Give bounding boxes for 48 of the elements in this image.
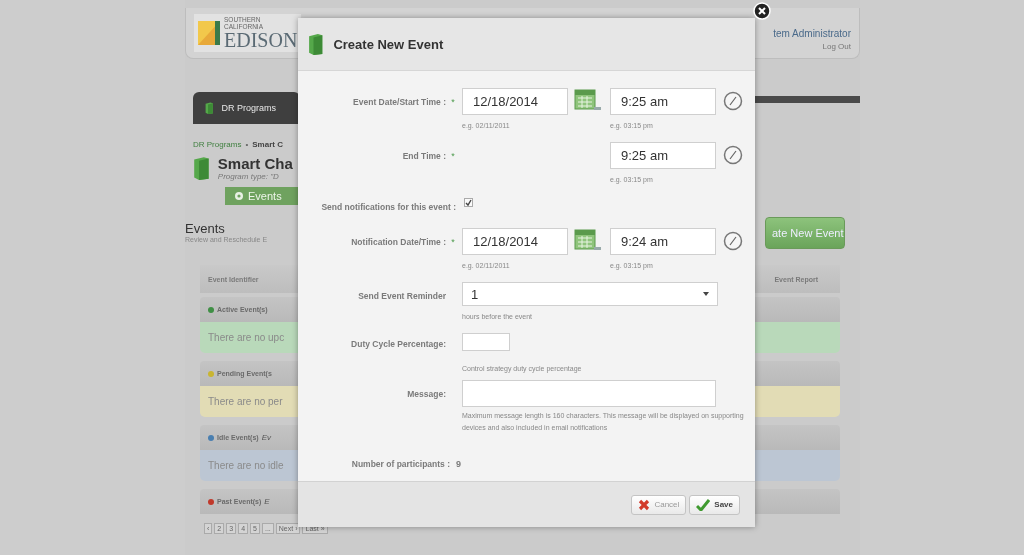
breadcrumb-separator: • xyxy=(245,140,249,149)
required-marker: * xyxy=(450,96,456,109)
breadcrumb-current: Smart C xyxy=(252,140,283,149)
section-title: Events xyxy=(185,221,226,236)
field-label: Message: xyxy=(406,388,446,401)
field-label: Send Event Reminder xyxy=(357,290,446,303)
field-label: Number of participants : xyxy=(350,458,450,471)
time-field[interactable]: 9:24 am xyxy=(610,228,716,255)
circle-icon xyxy=(235,192,243,200)
required-marker: * xyxy=(450,236,456,249)
checkmark-icon xyxy=(696,498,711,511)
participants-count: 9 xyxy=(456,458,461,471)
book-icon xyxy=(193,156,210,180)
reminder-select[interactable]: 1 xyxy=(462,282,718,306)
date-field[interactable]: 12/18/2014 xyxy=(462,228,568,255)
close-button[interactable] xyxy=(753,2,771,20)
time-field[interactable]: 9:25 am xyxy=(610,88,716,115)
field-label: Notification Date/Time : xyxy=(350,236,446,249)
field-label: Event Date/Start Time : xyxy=(352,96,446,109)
time-field[interactable]: 9:25 am xyxy=(610,142,716,169)
book-icon xyxy=(205,102,214,114)
clock-icon[interactable] xyxy=(723,145,743,165)
group-note: E xyxy=(264,497,270,506)
field-label: End Time : xyxy=(401,150,446,163)
group-note: Ev xyxy=(261,433,271,442)
user-name: tem Administrator xyxy=(773,28,851,39)
nav-tab[interactable]: DR Programs xyxy=(193,92,300,124)
create-event-button[interactable]: ate New Event xyxy=(765,217,845,249)
calendar-icon[interactable] xyxy=(574,89,602,113)
message-field[interactable] xyxy=(462,380,716,407)
dialog-title: Create New Event xyxy=(333,36,444,52)
clock-icon[interactable] xyxy=(723,91,743,111)
calendar-icon[interactable] xyxy=(574,229,602,253)
clock-icon[interactable] xyxy=(723,231,743,251)
cross-icon xyxy=(638,498,651,511)
program-type: Program type: "D xyxy=(217,172,280,181)
date-field[interactable]: 12/18/2014 xyxy=(462,88,568,115)
program-title: Smart Cha xyxy=(217,155,293,172)
cancel-button[interactable]: Cancel xyxy=(631,494,687,515)
sunburst-icon xyxy=(198,21,220,45)
field-label: Duty Cycle Percentage: xyxy=(350,338,446,351)
breadcrumb-link[interactable]: DR Programs xyxy=(193,140,242,149)
input-field[interactable] xyxy=(462,333,510,351)
book-icon xyxy=(308,33,324,55)
save-button[interactable]: Save xyxy=(689,494,740,515)
logout-link[interactable]: Log Out xyxy=(822,42,851,51)
checkbox[interactable] xyxy=(464,198,473,207)
required-marker: * xyxy=(450,150,456,163)
